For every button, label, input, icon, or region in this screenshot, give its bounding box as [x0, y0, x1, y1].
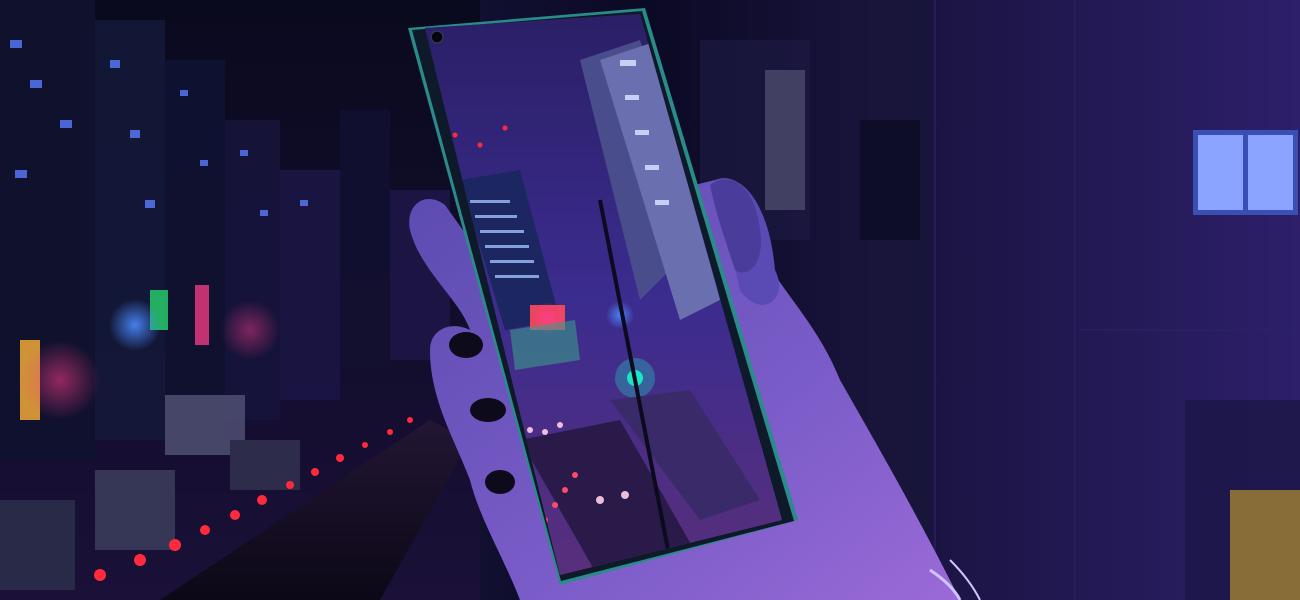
hero-scene: [0, 0, 1300, 600]
city-night-illustration: [0, 0, 1300, 600]
punch-hole-camera-icon: [430, 30, 444, 44]
lit-window: [1193, 130, 1298, 215]
